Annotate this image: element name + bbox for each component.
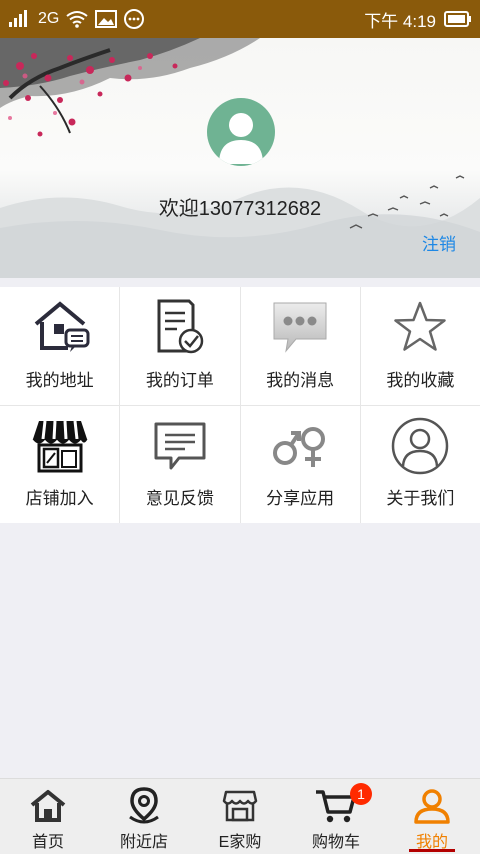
menu-item-messages[interactable]: 我的消息 xyxy=(240,287,360,405)
profile-header: 欢迎13077312682 注销 xyxy=(0,38,480,278)
battery-icon xyxy=(444,10,472,28)
clock: 下午 4:19 xyxy=(364,11,436,31)
menu-grid: 我的地址 我的订单 我的消息 我的收藏 店铺加入 意见反馈 分享应用 关于我们 xyxy=(0,287,480,523)
signal-icon xyxy=(8,10,32,28)
cart-count-badge: 1 xyxy=(350,783,372,805)
nav-item-home[interactable]: 首页 xyxy=(0,779,96,854)
location-pin-icon xyxy=(126,787,162,825)
share-gender-icon xyxy=(268,416,332,476)
menu-item-about[interactable]: 关于我们 xyxy=(360,405,480,523)
menu-item-share[interactable]: 分享应用 xyxy=(240,405,360,523)
status-bar: 2G 下午 4:19 xyxy=(0,0,480,38)
menu-item-feedback[interactable]: 意见反馈 xyxy=(120,405,240,523)
menu-item-label: 店铺加入 xyxy=(25,489,94,508)
about-person-icon xyxy=(388,416,452,476)
nav-item-nearby[interactable]: 附近店 xyxy=(96,779,192,854)
welcome-text: 欢迎13077312682 xyxy=(158,198,322,220)
wifi-icon xyxy=(65,10,89,28)
active-tab-indicator xyxy=(409,849,455,852)
nav-item-mine[interactable]: 我的 xyxy=(384,779,480,854)
menu-item-label: 我的地址 xyxy=(25,370,94,390)
logout-link[interactable]: 注销 xyxy=(422,230,456,255)
menu-item-orders[interactable]: 我的订单 xyxy=(120,287,240,405)
menu-item-label: 我的收藏 xyxy=(386,370,455,390)
menu-item-label: 我的订单 xyxy=(145,370,214,390)
storefront-icon xyxy=(28,416,92,476)
menu-item-store-join[interactable]: 店铺加入 xyxy=(0,405,120,523)
nav-item-cart[interactable]: 1 购物车 xyxy=(288,779,384,854)
menu-item-label: 意见反馈 xyxy=(145,489,214,508)
nav-item-ehome[interactable]: E家购 xyxy=(192,779,288,854)
user-avatar[interactable] xyxy=(207,98,275,166)
order-document-icon xyxy=(148,297,212,357)
home-icon xyxy=(29,787,67,825)
house-address-icon xyxy=(28,297,92,357)
menu-item-label: 分享应用 xyxy=(266,489,335,508)
image-notification-icon xyxy=(95,10,118,28)
menu-item-address[interactable]: 我的地址 xyxy=(0,287,120,405)
star-icon xyxy=(388,297,452,357)
bottom-navigation: 首页 附近店 E家购 1 购物车 我的 xyxy=(0,778,480,854)
message-bubble-icon xyxy=(268,297,332,357)
shop-icon xyxy=(222,787,258,825)
message-notification-icon xyxy=(123,8,145,30)
menu-item-label: 我的消息 xyxy=(266,370,335,390)
shopping-cart-icon: 1 xyxy=(314,783,372,825)
user-profile-icon xyxy=(413,787,451,825)
user-silhouette-icon xyxy=(219,113,263,164)
menu-item-label: 关于我们 xyxy=(386,489,455,508)
menu-item-favorites[interactable]: 我的收藏 xyxy=(360,287,480,405)
nav-label: 附近店 xyxy=(119,834,168,851)
nav-label: 购物车 xyxy=(311,834,360,851)
nav-label: 首页 xyxy=(31,834,64,851)
network-type: 2G xyxy=(38,10,60,27)
nav-label: E家购 xyxy=(218,834,262,851)
feedback-icon xyxy=(148,416,212,476)
